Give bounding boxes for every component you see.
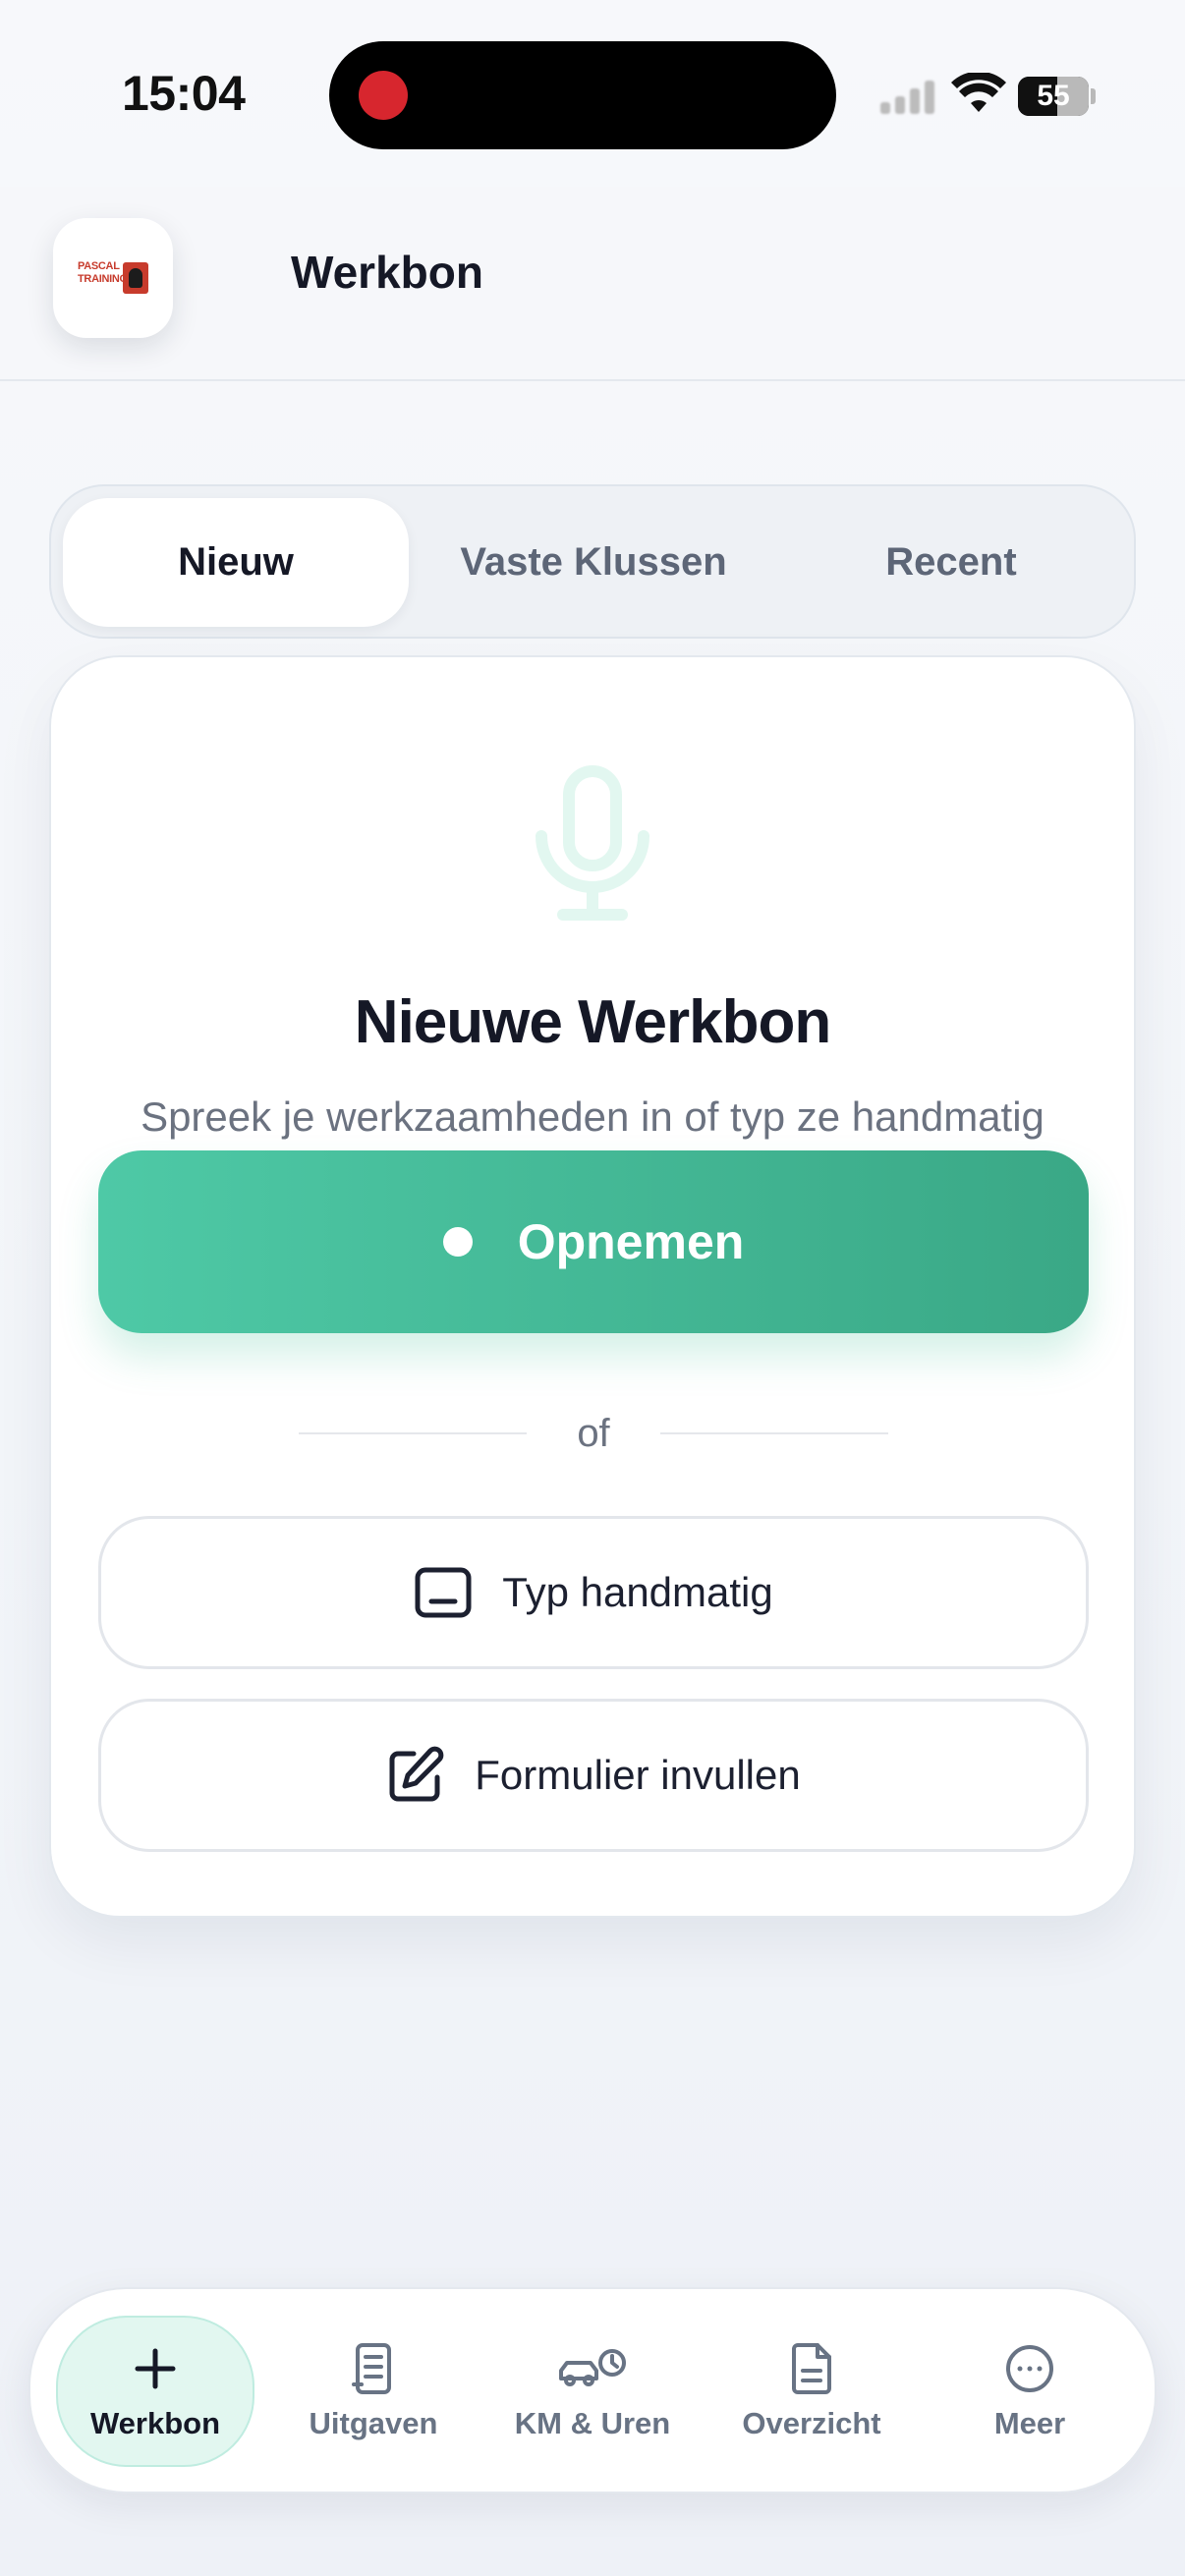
nav-label-uitgaven: Uitgaven — [309, 2406, 438, 2440]
card-title: Nieuwe Werkbon — [354, 988, 831, 1056]
tab-vaste-klussen[interactable]: Vaste Klussen — [421, 498, 766, 627]
tab-nieuw[interactable]: Nieuw — [63, 498, 409, 627]
receipt-icon — [352, 2343, 391, 2394]
status-bar: 15:04 55 — [0, 0, 1185, 187]
record-dot-icon — [442, 1227, 473, 1257]
new-werkbon-card: Nieuwe Werkbon Spreek je werkzaamheden i… — [49, 655, 1136, 1918]
edit-icon — [389, 1746, 444, 1802]
app-header: PASCAL TRAINING Werkbon — [0, 187, 1185, 381]
divider-line-right — [660, 1432, 888, 1434]
card-subtitle: Spreek je werkzaamheden in of typ ze han… — [141, 1093, 1044, 1140]
nav-label-overzicht: Overzicht — [742, 2406, 881, 2440]
document-icon — [792, 2343, 831, 2394]
type-manual-label: Typ handmatig — [502, 1569, 773, 1615]
status-time: 15:04 — [122, 66, 246, 121]
nav-item-uitgaven[interactable]: Uitgaven — [274, 2316, 473, 2467]
or-divider: of — [299, 1404, 888, 1463]
dynamic-island — [329, 41, 836, 149]
wifi-icon — [951, 73, 1006, 112]
nav-label-km-uren: KM & Uren — [514, 2406, 671, 2440]
microphone-icon — [536, 765, 649, 921]
cellular-signal-icon — [880, 75, 939, 114]
screen-recording-indicator — [359, 71, 408, 120]
segmented-tabs: Nieuw Vaste Klussen Recent — [49, 484, 1136, 639]
bottom-navigation: Werkbon Uitgaven KM & Uren Overzicht Mee… — [28, 2287, 1157, 2493]
battery-icon: 55 — [1018, 77, 1089, 116]
werkbon-screen: 15:04 55 PASCAL TRAINING Werkbon Nieuw V… — [0, 0, 1185, 2576]
nav-label-werkbon: Werkbon — [89, 2406, 221, 2440]
nav-label-meer: Meer — [993, 2406, 1066, 2440]
fill-form-button[interactable]: Formulier invullen — [98, 1699, 1089, 1852]
app-logo[interactable]: PASCAL TRAINING — [53, 218, 173, 338]
battery-tip — [1091, 88, 1096, 104]
page-title: Werkbon — [291, 247, 483, 298]
tab-recent[interactable]: Recent — [778, 498, 1124, 627]
nav-item-meer[interactable]: Meer — [931, 2316, 1129, 2467]
nav-item-overzicht[interactable]: Overzicht — [712, 2316, 911, 2467]
nav-item-werkbon[interactable]: Werkbon — [56, 2316, 254, 2467]
nav-item-km-uren[interactable]: KM & Uren — [493, 2316, 692, 2467]
logo-badge: PASCAL TRAINING — [78, 260, 148, 296]
car-clock-icon — [559, 2349, 626, 2386]
plus-icon — [135, 2348, 176, 2389]
keyboard-icon — [415, 1567, 472, 1618]
record-button[interactable]: Opnemen — [98, 1150, 1089, 1333]
record-button-label: Opnemen — [517, 1214, 745, 1269]
fill-form-label: Formulier invullen — [475, 1752, 801, 1798]
more-icon — [1006, 2345, 1053, 2392]
type-manual-button[interactable]: Typ handmatig — [98, 1516, 1089, 1669]
battery-level: 55 — [1037, 80, 1070, 112]
logo-mark — [123, 262, 148, 294]
